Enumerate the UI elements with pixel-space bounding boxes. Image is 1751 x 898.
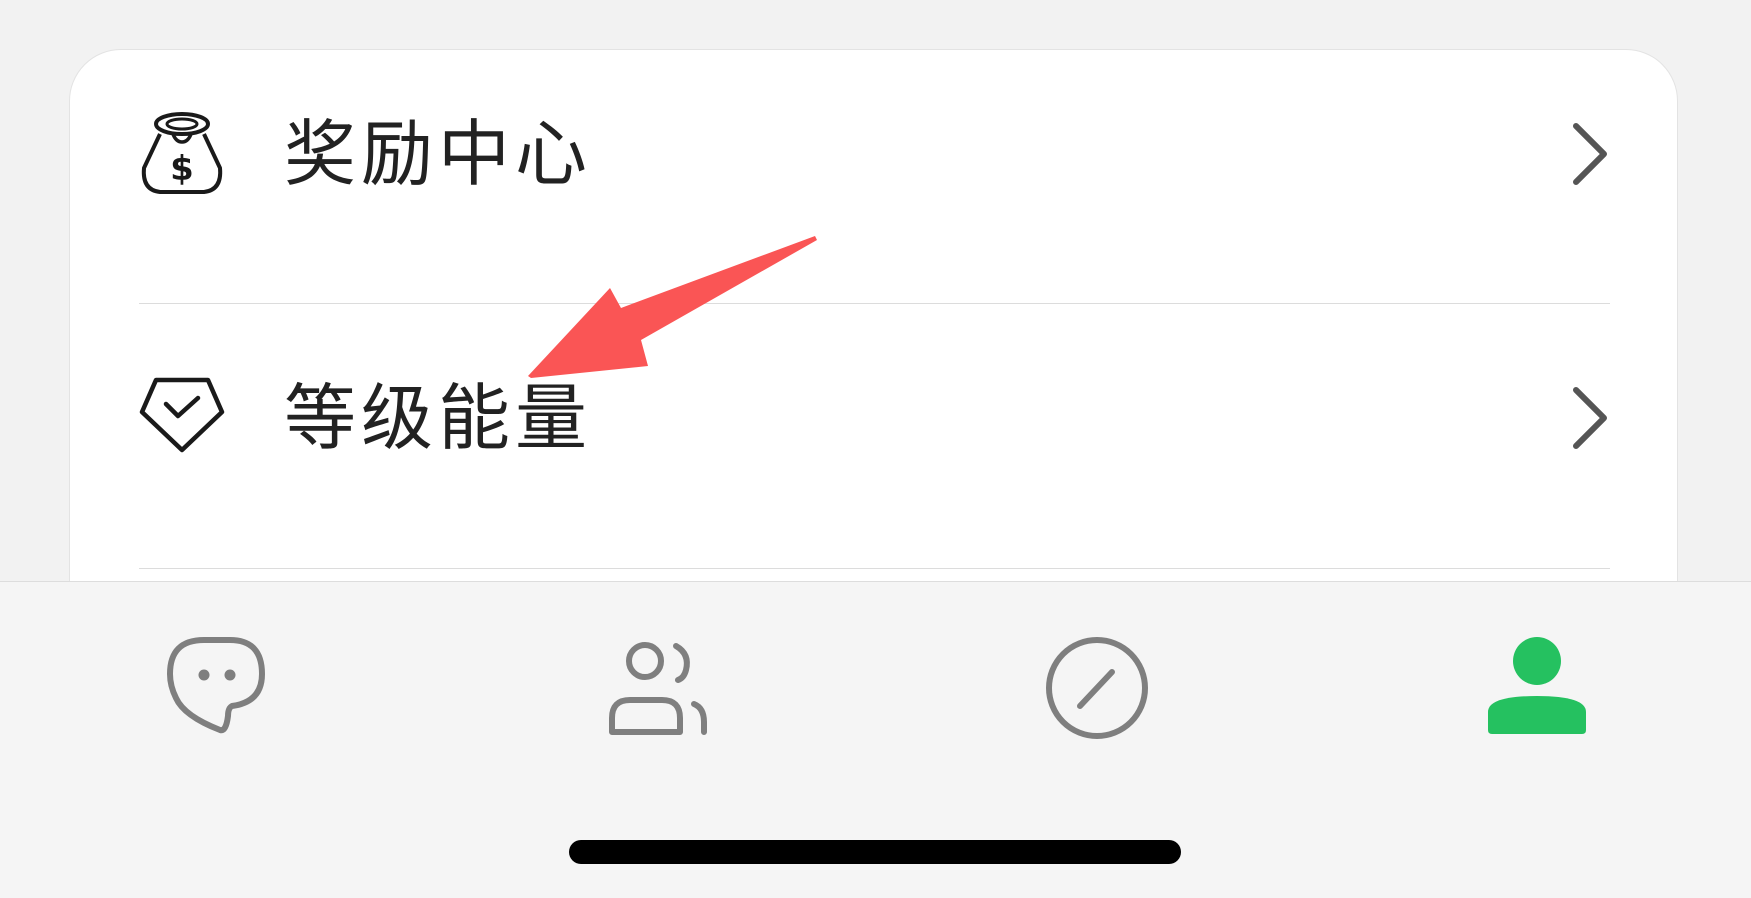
tab-contacts[interactable]: [596, 628, 726, 748]
chat-bubble-icon: [167, 637, 265, 734]
discover-compass-icon: [1046, 637, 1148, 739]
menu-item-level-energy[interactable]: 等级能量: [70, 314, 1677, 514]
tab-me[interactable]: [1472, 628, 1602, 748]
menu-item-label: 奖励中心: [284, 112, 593, 196]
home-indicator[interactable]: [569, 840, 1181, 864]
tab-chats[interactable]: [154, 628, 284, 748]
chevron-right-icon: [1573, 387, 1607, 449]
menu-divider: [139, 568, 1610, 569]
diamond-check-icon: [139, 377, 225, 453]
chevron-right-icon: [1573, 123, 1607, 185]
money-bag-icon: $: [141, 112, 223, 194]
menu-item-reward-center[interactable]: $ 奖励中心: [70, 50, 1677, 250]
profile-person-icon: [1488, 637, 1586, 734]
contacts-icon: [609, 642, 707, 735]
menu-divider: [139, 303, 1610, 304]
svg-text:$: $: [170, 149, 194, 189]
menu-item-label: 等级能量: [284, 376, 593, 460]
tab-discover[interactable]: [1032, 628, 1162, 748]
